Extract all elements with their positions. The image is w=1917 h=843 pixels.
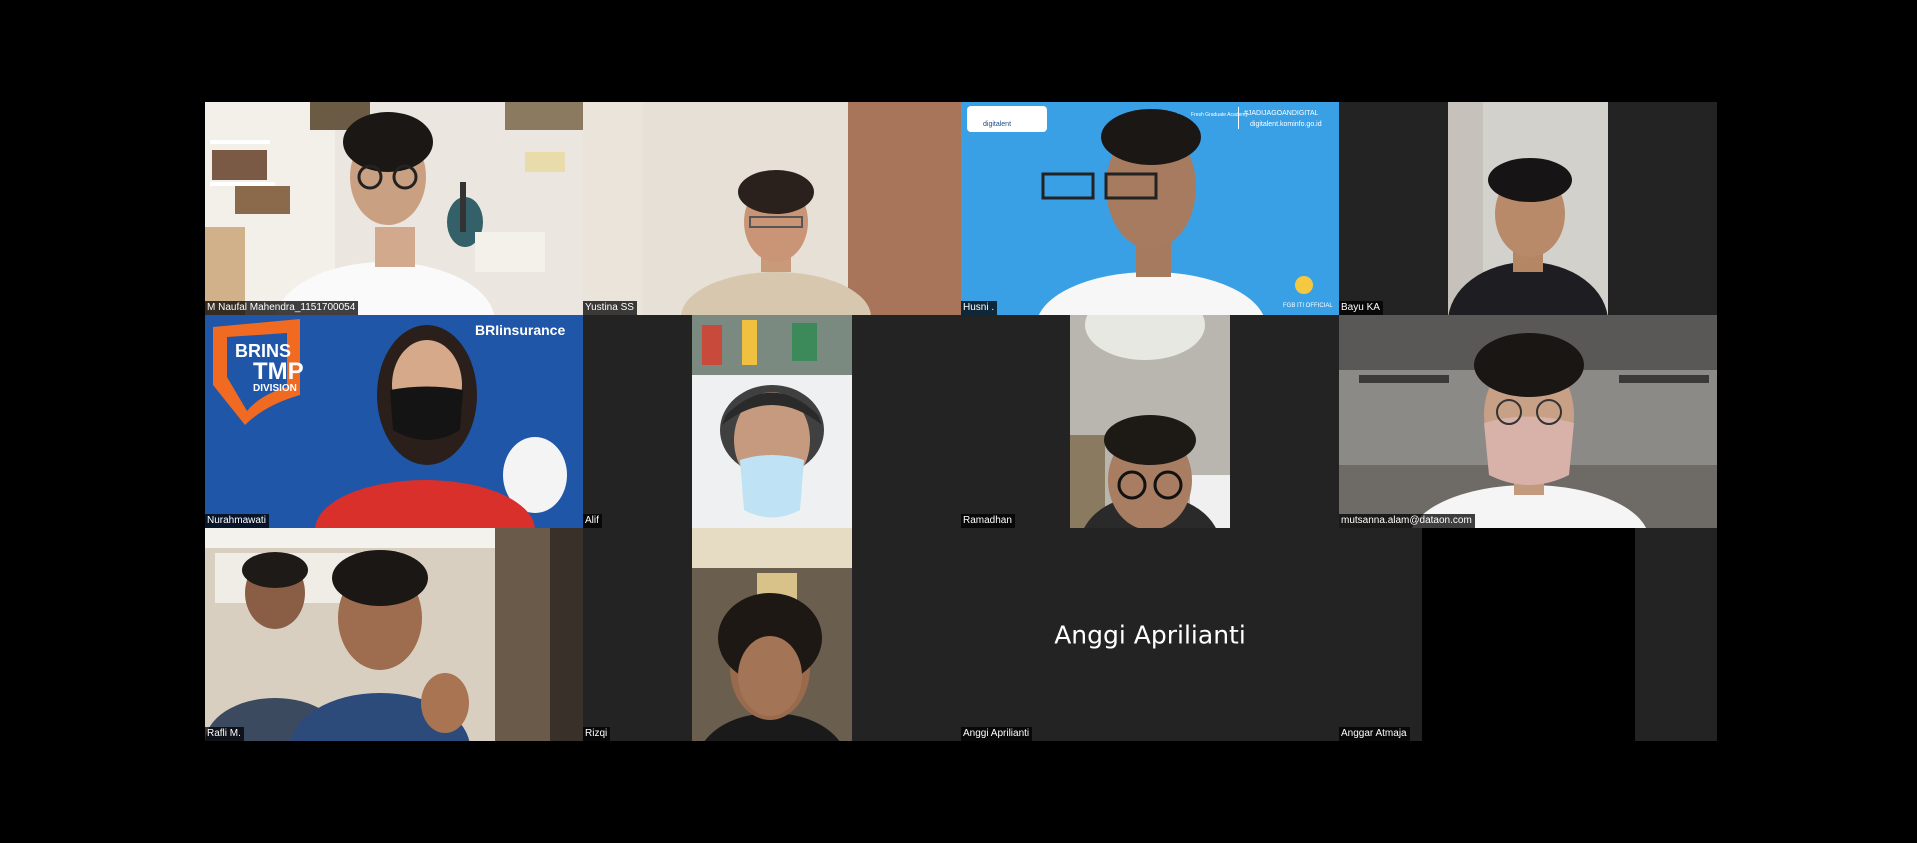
- participant-name: M Naufal Mahendra_1151700054: [205, 301, 359, 315]
- brins-division-text: DIVISION: [253, 383, 297, 394]
- participant-tile[interactable]: Rafli M.: [205, 528, 583, 741]
- participant-video: BRINS TMP DIVISION BRIinsurance: [205, 315, 583, 528]
- participant-name: Alif: [583, 514, 602, 528]
- participant-name: Anggar Atmaja: [1339, 727, 1410, 741]
- dta-academy-text: Fresh Graduate Academy: [1191, 112, 1248, 118]
- participant-tile[interactable]: Bayu KA: [1339, 102, 1717, 315]
- participant-name: Husni .: [961, 301, 998, 315]
- participant-video: digitalent A Fresh Graduate Academy #JAD…: [961, 102, 1339, 315]
- participant-tile[interactable]: digitalent A Fresh Graduate Academy #JAD…: [961, 102, 1339, 315]
- participant-tile[interactable]: mutsanna.alam@dataon.com: [1339, 315, 1717, 528]
- participant-video: [205, 528, 583, 741]
- bri-insurance-logo: BRIinsurance: [475, 322, 565, 338]
- participant-name: Yustina SS: [583, 301, 637, 315]
- participant-tile[interactable]: Yustina SS: [583, 102, 961, 315]
- participant-tile[interactable]: Ramadhan: [961, 315, 1339, 528]
- participant-tile[interactable]: Anggar Atmaja: [1339, 528, 1717, 741]
- participant-video: [1448, 102, 1608, 315]
- participant-tile[interactable]: Rizqi: [583, 528, 961, 741]
- participant-name: mutsanna.alam@dataon.com: [1339, 514, 1475, 528]
- participant-name: Ramadhan: [961, 514, 1015, 528]
- brins-tmp-text: TMP: [253, 358, 304, 385]
- participant-tile[interactable]: BRINS TMP DIVISION BRIinsurance Nurahmaw…: [205, 315, 583, 528]
- dta-footer: FGB ITI OFFICIAL: [1283, 303, 1333, 309]
- participant-video: [1339, 315, 1717, 528]
- participant-video: [1422, 528, 1635, 741]
- participant-name: Bayu KA: [1339, 301, 1383, 315]
- participant-tile[interactable]: Anggi Aprilianti Anggi Aprilianti: [961, 528, 1339, 741]
- participant-video: [1070, 315, 1230, 528]
- participant-name: Rizqi: [583, 727, 611, 741]
- digitalent-logo-text: digitalent: [983, 121, 1011, 128]
- dta-hashtag: #JADIJAGOANDIGITAL: [1244, 110, 1319, 117]
- dta-url: digitalent.kominfo.go.id: [1250, 121, 1322, 128]
- participant-name: Rafli M.: [205, 727, 244, 741]
- video-off-name: Anggi Aprilianti: [1054, 620, 1246, 649]
- participant-name: Nurahmawati: [205, 514, 269, 528]
- participant-tile[interactable]: M Naufal Mahendra_1151700054: [205, 102, 583, 315]
- participant-video: [692, 528, 852, 741]
- video-gallery: M Naufal Mahendra_1151700054 Yustina SS …: [205, 102, 1717, 741]
- participant-name: Anggi Aprilianti: [961, 727, 1033, 741]
- participant-video: [692, 315, 852, 528]
- participant-tile[interactable]: Alif: [583, 315, 961, 528]
- participant-video: [205, 102, 583, 315]
- participant-video: [583, 102, 961, 315]
